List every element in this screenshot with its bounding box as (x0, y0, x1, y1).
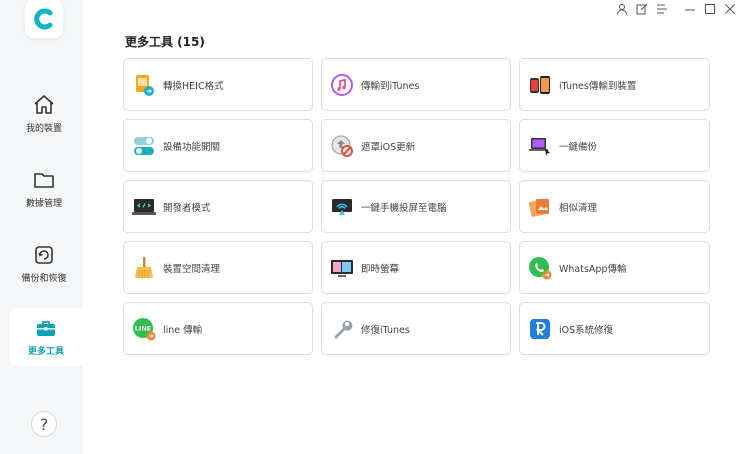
toggle-switch-icon (132, 134, 156, 158)
tool-label: 開發者模式 (163, 202, 211, 214)
sidebar-item-label: 數據管理 (25, 199, 62, 209)
maximize-icon (705, 4, 715, 14)
page-title: 更多工具 (15) (125, 35, 205, 49)
laptop-backup-icon (528, 134, 552, 158)
heic-convert-icon (132, 73, 156, 97)
help-icon: ? (39, 414, 49, 434)
tool-card-whatsapp-transfer[interactable]: WhatsApp傳輸 (519, 241, 710, 294)
account-button[interactable] (612, 0, 632, 18)
tool-card-live-screen[interactable]: 即時螢幕 (321, 241, 511, 294)
tool-label: iOS系統修復 (559, 324, 614, 336)
block-update-icon (330, 134, 354, 158)
tool-label: 設備功能開關 (163, 141, 221, 153)
window-titlebar (612, 0, 740, 18)
tool-card-device-switch[interactable]: 設備功能開關 (123, 119, 313, 172)
minimize-icon (685, 9, 695, 11)
menu-icon (657, 4, 667, 14)
itunes-to-device-icon (528, 73, 552, 97)
sidebar-item-my-device[interactable]: 我的裝置 (6, 93, 82, 155)
tool-label: iTunes傳輸到裝置 (559, 80, 637, 92)
svg-text:LINE: LINE (135, 324, 151, 332)
sidebar-item-more-tools[interactable]: 更多工具 (10, 308, 82, 366)
tool-card-transfer-to-itunes[interactable]: 傳輸到iTunes (321, 58, 511, 111)
tool-card-block-ios-update[interactable]: 遮罩iOS更新 (321, 119, 511, 172)
tool-card-heic-convert[interactable]: 轉換HEIC格式 (123, 58, 313, 111)
home-icon (34, 95, 54, 114)
music-transfer-icon (330, 73, 354, 97)
sidebar-item-label: 我的裝置 (25, 124, 62, 134)
sidebar-item-data-management[interactable]: 數據管理 (6, 168, 82, 230)
tool-label: 相似清理 (559, 202, 598, 214)
close-icon (725, 4, 735, 14)
minimize-button[interactable] (680, 0, 700, 18)
feedback-button[interactable] (632, 0, 652, 18)
user-icon (617, 4, 627, 15)
tool-card-screen-mirror[interactable]: 一鍵手機投屏至電腦 (321, 180, 511, 233)
sidebar-item-label: 備份和恢復 (21, 274, 67, 284)
ios-repair-icon (528, 317, 552, 341)
help-button[interactable]: ? (31, 411, 57, 437)
screen-cast-icon (330, 195, 354, 219)
tool-label: 一鍵備份 (559, 141, 598, 153)
tool-label: 傳輸到iTunes (361, 80, 420, 92)
folder-icon (34, 173, 54, 188)
close-button[interactable] (720, 0, 740, 18)
backup-icon (35, 246, 53, 264)
tool-card-line-transfer[interactable]: LINE line 傳輸 (123, 302, 313, 355)
wrench-icon (330, 317, 354, 341)
broom-icon (132, 256, 156, 280)
tool-card-itunes-to-device[interactable]: iTunes傳輸到裝置 (519, 58, 710, 111)
tool-label: 轉換HEIC格式 (163, 80, 224, 92)
developer-mode-icon (132, 195, 156, 219)
tools-grid: 轉換HEIC格式 傳輸到iTunes iTunes傳輸到裝置 設備功能開關 遮罩… (123, 58, 710, 355)
tool-label: 裝置空間清理 (163, 263, 221, 275)
menu-button[interactable] (652, 0, 672, 18)
toolbox-icon (37, 321, 55, 336)
tool-label: line 傳輸 (163, 324, 203, 336)
sidebar: 我的裝置 數據管理 備份和恢復 更多工具 ? (0, 0, 82, 454)
tool-card-repair-itunes[interactable]: 修復iTunes (321, 302, 511, 355)
tool-label: 修復iTunes (361, 324, 410, 336)
line-icon: LINE (132, 317, 156, 341)
maximize-button[interactable] (700, 0, 720, 18)
edit-icon (636, 3, 648, 15)
tool-label: WhatsApp傳輸 (559, 263, 627, 275)
tool-card-one-click-backup[interactable]: 一鍵備份 (519, 119, 710, 172)
tool-label: 即時螢幕 (361, 263, 400, 275)
tool-label: 遮罩iOS更新 (361, 141, 416, 153)
tool-label: 一鍵手機投屏至電腦 (361, 202, 447, 214)
live-screen-icon (330, 256, 354, 280)
tool-card-developer-mode[interactable]: 開發者模式 (123, 180, 313, 233)
photo-cleanup-icon (528, 195, 552, 219)
tool-card-similar-cleanup[interactable]: 相似清理 (519, 180, 710, 233)
tool-card-space-cleanup[interactable]: 裝置空間清理 (123, 241, 313, 294)
tool-card-ios-system-repair[interactable]: iOS系統修復 (519, 302, 710, 355)
whatsapp-icon (528, 256, 552, 280)
app-logo-icon (25, 0, 63, 38)
sidebar-item-label: 更多工具 (27, 347, 64, 357)
sidebar-item-backup-restore[interactable]: 備份和恢復 (6, 243, 82, 305)
